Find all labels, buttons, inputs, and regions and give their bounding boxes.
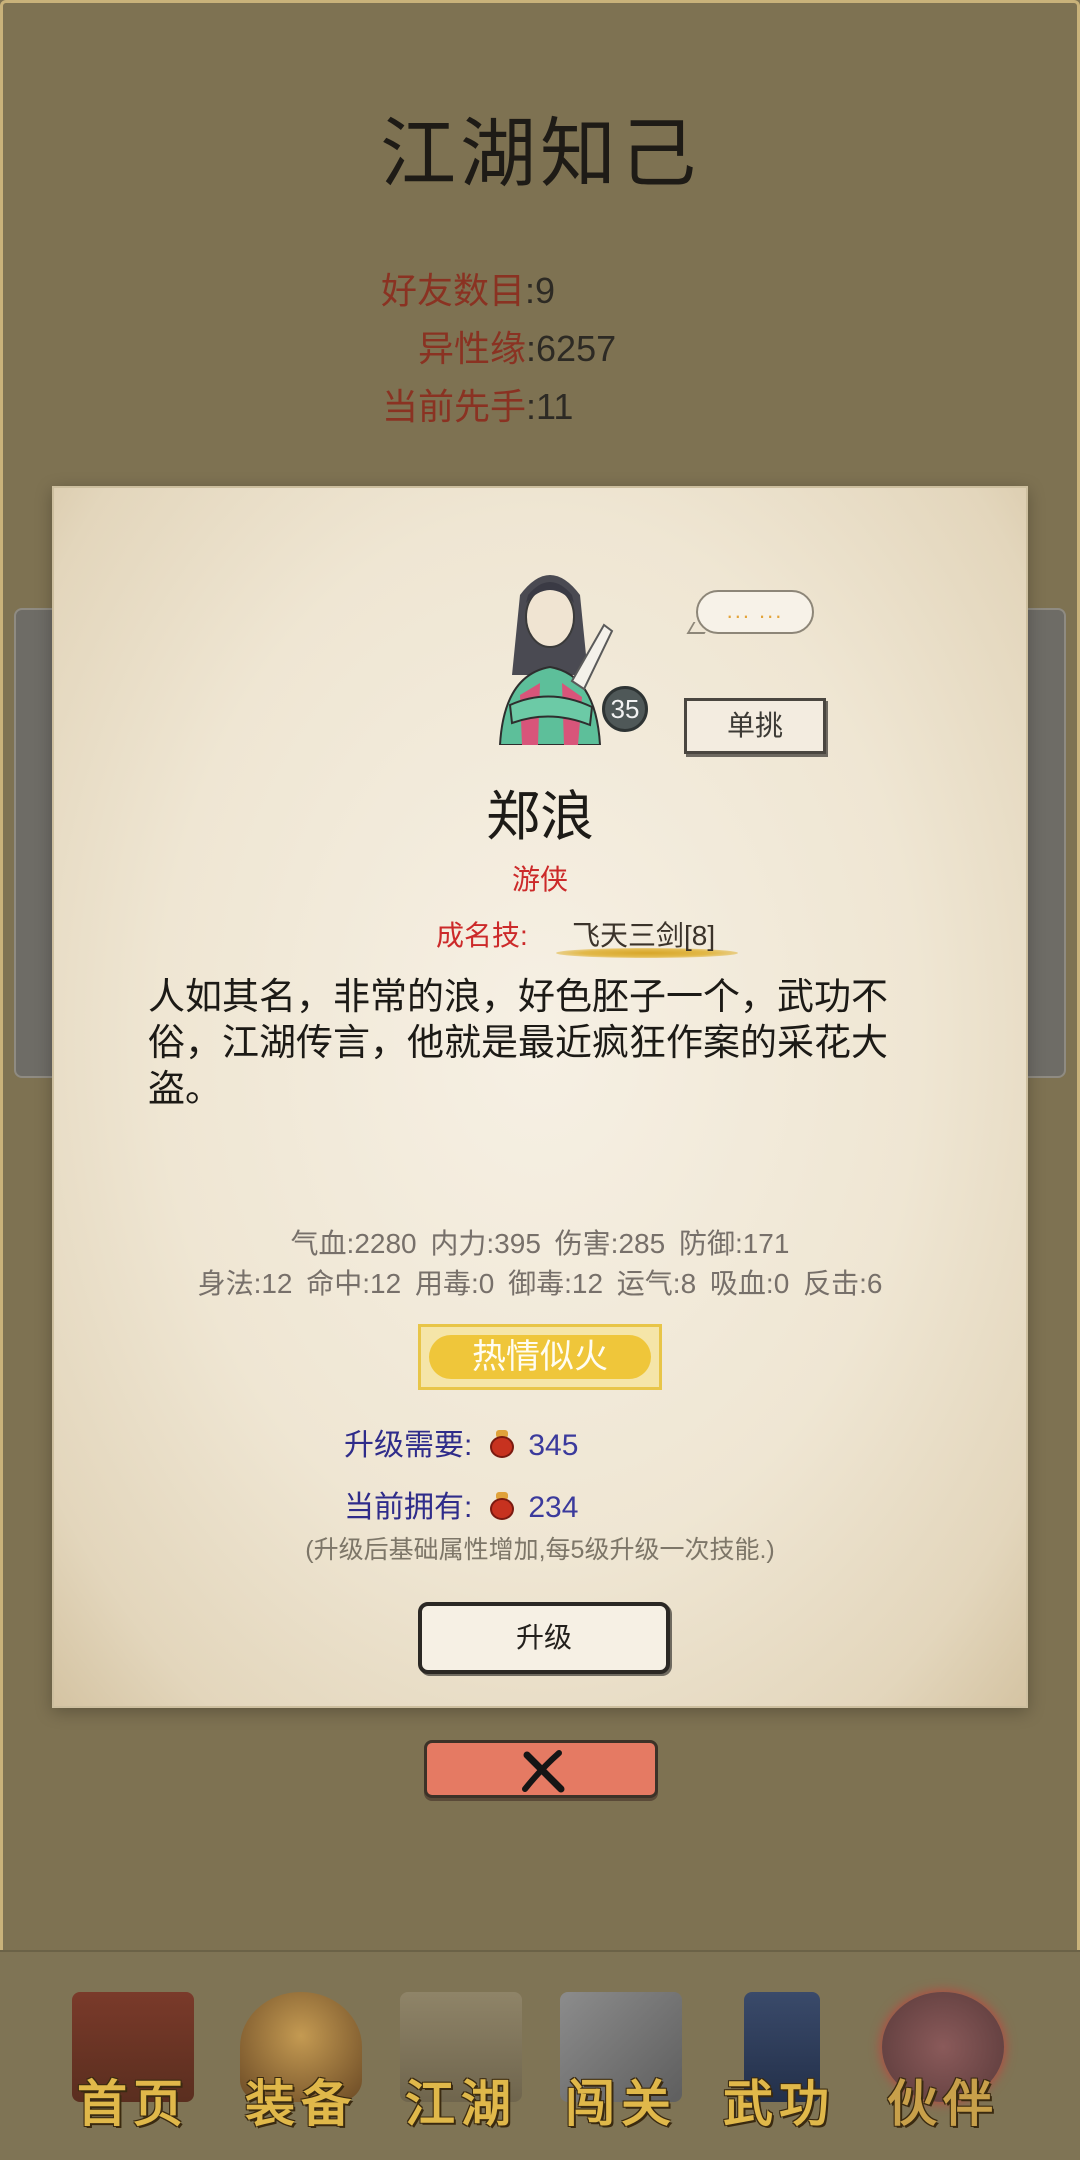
upgrade-requirement: 升级需要: 345 — [344, 1420, 578, 1464]
wine-jar-icon — [488, 1492, 516, 1520]
signature-skill-label: 成名技: — [436, 920, 528, 951]
nav-home[interactable]: 首页 — [58, 1988, 208, 2138]
character-name: 郑浪 — [486, 787, 594, 847]
nav-challenge[interactable]: 闯关 — [546, 1988, 696, 2138]
charm-label: 异性缘 — [418, 328, 527, 369]
nav-equipment[interactable]: 装备 — [226, 1988, 376, 2138]
nav-jianghu-label: 江湖 — [405, 2074, 517, 2133]
nav-equipment-label: 装备 — [245, 2074, 357, 2133]
nav-partners[interactable]: 伙伴 — [868, 1988, 1018, 2138]
character-portrait — [498, 575, 614, 745]
signature-skill-name[interactable]: 飞天三剑[8] — [572, 914, 715, 954]
attributes-secondary: 身法:12 命中:12 用毒:0 御毒:12 运气:8 吸血:0 反击:6 — [197, 1268, 883, 1299]
duel-button[interactable]: 单挑 — [684, 698, 826, 754]
upgrade-button[interactable]: 升级 — [418, 1602, 670, 1674]
nav-martial-arts[interactable]: 武功 — [704, 1988, 854, 2138]
initiative-value: 11 — [536, 386, 574, 427]
friend-count-value: 9 — [535, 270, 556, 311]
current-own-value: 234 — [528, 1491, 579, 1524]
close-icon — [522, 1750, 565, 1793]
bottom-navigation: 首页 装备 江湖 闯关 武功 伙伴 — [0, 1950, 1080, 2160]
trait-label: 热情似火 — [429, 1335, 651, 1379]
current-own-label: 当前拥有: — [344, 1491, 473, 1524]
friend-count-label: 好友数目 — [381, 270, 526, 311]
nav-challenge-label: 闯关 — [565, 2074, 677, 2133]
nav-home-label: 首页 — [77, 2074, 189, 2133]
initiative-stat: 当前先手:11 — [382, 386, 574, 427]
speech-bubble: ... ... — [696, 590, 814, 634]
nav-martial-arts-label: 武功 — [723, 2074, 835, 2133]
page-title: 江湖知己 — [380, 112, 700, 197]
character-description: 人如其名，非常的浪，好色胚子一个，武功不俗，江湖传言，他就是最近疯狂作案的采花大… — [148, 976, 888, 1109]
upgrade-hint: (升级后基础属性增加,每5级升级一次技能.) — [305, 1536, 775, 1564]
trait-badge: 热情似火 — [418, 1324, 662, 1390]
charm-stat: 异性缘:6257 — [418, 328, 617, 369]
nav-jianghu[interactable]: 江湖 — [386, 1988, 536, 2138]
friend-count-stat: 好友数目:9 — [381, 270, 556, 311]
current-owned: 当前拥有: 234 — [344, 1482, 578, 1526]
level-badge: 35 — [602, 686, 648, 732]
wine-jar-icon — [488, 1430, 516, 1458]
upgrade-need-value: 345 — [528, 1429, 579, 1462]
close-button[interactable] — [424, 1740, 658, 1798]
nav-partners-label: 伙伴 — [887, 2074, 999, 2133]
charm-value: 6257 — [536, 328, 617, 369]
character-class: 游侠 — [511, 864, 568, 895]
attributes-primary: 气血:2280 内力:395 伤害:285 防御:171 — [290, 1228, 790, 1259]
upgrade-need-label: 升级需要: — [344, 1429, 473, 1462]
initiative-label: 当前先手 — [382, 386, 527, 427]
